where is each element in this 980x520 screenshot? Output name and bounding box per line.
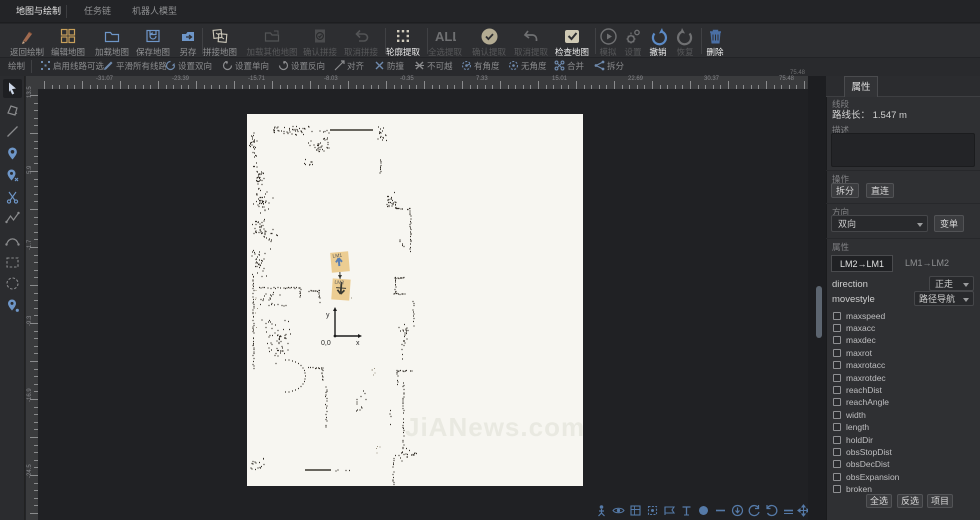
svg-text:0,0: 0,0 bbox=[321, 340, 331, 347]
svg-text:y: y bbox=[326, 312, 330, 319]
svg-text:ALL: ALL bbox=[435, 29, 456, 44]
svg-text:LM1: LM1 bbox=[332, 253, 342, 260]
svg-text:LM2: LM2 bbox=[334, 280, 344, 287]
svg-text:x: x bbox=[356, 340, 360, 347]
svg-text:JiANews.com: JiANews.com bbox=[405, 412, 583, 442]
